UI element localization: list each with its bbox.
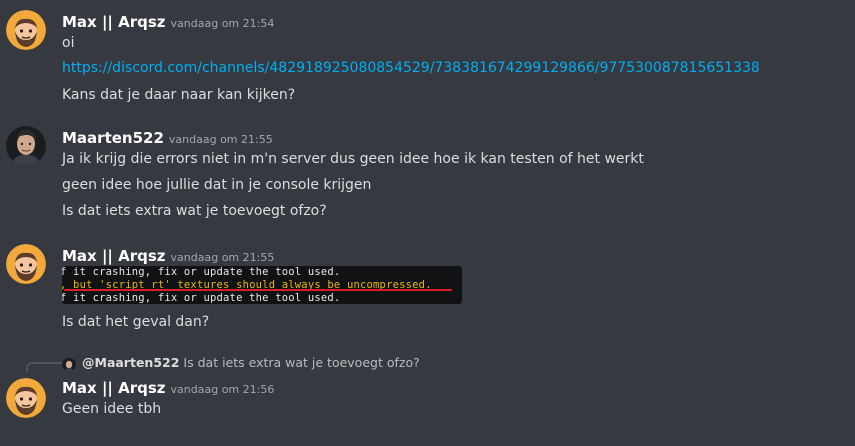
timestamp[interactable]: vandaag om 21:55 <box>171 251 275 264</box>
username[interactable]: Max || Arqsz <box>62 247 166 265</box>
message-text: Is dat het geval dan? <box>62 314 210 330</box>
reply-preview[interactable]: @Maarten522 Is dat iets extra wat je toev… <box>82 355 420 370</box>
message-header: Max || Arqsz vandaag om 21:54 <box>62 12 274 31</box>
message-text: Kans dat je daar naar kan kijken? <box>62 87 296 103</box>
user-avatar-icon[interactable] <box>6 126 46 166</box>
message-text: geen idee hoe jullie dat in je console k… <box>62 177 372 193</box>
timestamp[interactable]: vandaag om 21:54 <box>171 17 275 30</box>
console-line: f it crashing, fix or update the tool us… <box>62 292 341 304</box>
red-underline-annotation <box>64 289 452 291</box>
console-line: f it crashing, fix or update the tool us… <box>62 266 341 278</box>
reply-avatar-icon[interactable] <box>62 357 76 371</box>
timestamp[interactable]: vandaag om 21:55 <box>169 133 273 146</box>
username[interactable]: Max || Arqsz <box>62 13 166 31</box>
message-header: Maarten522 vandaag om 21:55 <box>62 128 273 147</box>
message-header: Max || Arqsz vandaag om 21:56 <box>62 378 274 397</box>
reply-content[interactable]: Is dat iets extra wat je toevoegt ofzo? <box>183 355 419 370</box>
message-text: Is dat iets extra wat je toevoegt ofzo? <box>62 203 327 219</box>
user-avatar-icon[interactable] <box>6 244 46 284</box>
message-text: Ja ik krijg die errors niet in m'n serve… <box>62 151 644 167</box>
timestamp[interactable]: vandaag om 21:56 <box>171 383 275 396</box>
console-screenshot-image[interactable]: f it crashing, fix or update the tool us… <box>62 266 462 304</box>
message-text: oi <box>62 35 75 51</box>
user-avatar-icon[interactable] <box>6 10 46 50</box>
reply-connector <box>26 362 62 372</box>
user-avatar-icon[interactable] <box>6 378 46 418</box>
message-header: Max || Arqsz vandaag om 21:55 <box>62 246 274 265</box>
reply-username[interactable]: @Maarten522 <box>82 355 179 370</box>
username[interactable]: Maarten522 <box>62 129 164 147</box>
message-text: Geen idee tbh <box>62 401 162 417</box>
username[interactable]: Max || Arqsz <box>62 379 166 397</box>
message-link[interactable]: https://discord.com/channels/48291892508… <box>62 60 760 76</box>
